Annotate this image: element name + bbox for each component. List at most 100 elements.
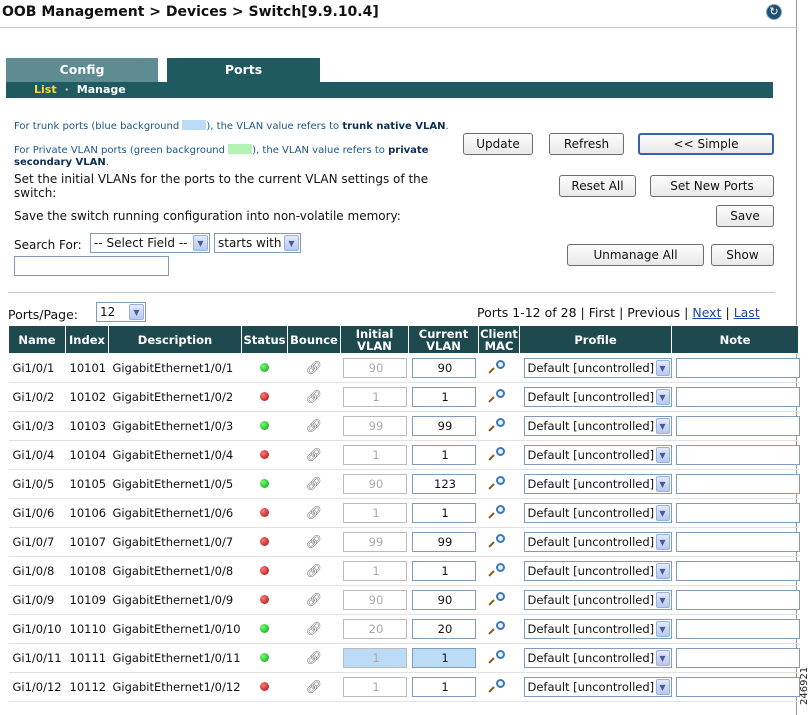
bounce-icon[interactable]: 🔗︎ [306, 593, 323, 608]
profile-select[interactable]: Default [uncontrolled] ▼ [523, 445, 672, 465]
reset-all-button[interactable]: Reset All [559, 175, 636, 197]
section-divider [8, 292, 775, 293]
current-vlan-field[interactable]: 1 [411, 445, 476, 465]
profile-select[interactable]: Default [uncontrolled] ▼ [523, 590, 672, 610]
field-select[interactable]: -- Select Field -- ▼ [90, 233, 210, 253]
current-vlan-field[interactable]: 99 [411, 416, 476, 436]
current-vlan-field[interactable]: 123 [411, 474, 476, 494]
port-description: GigabitEthernet1/0/8 [108, 556, 242, 586]
current-vlan-field[interactable]: 1 [411, 503, 476, 523]
note-input[interactable] [675, 474, 800, 494]
note-input[interactable] [675, 358, 800, 378]
bounce-icon[interactable]: 🔗︎ [306, 477, 323, 492]
col-status[interactable]: Status [241, 325, 288, 354]
note-input[interactable] [675, 532, 800, 552]
bounce-icon[interactable]: 🔗︎ [306, 651, 323, 666]
col-profile[interactable]: Profile [519, 325, 672, 354]
profile-select[interactable]: Default [uncontrolled] ▼ [523, 358, 672, 378]
bounce-icon[interactable]: 🔗︎ [306, 535, 323, 550]
note-input[interactable] [675, 561, 800, 581]
bounce-icon[interactable]: 🔗︎ [306, 419, 323, 434]
current-vlan-field[interactable]: 1 [411, 648, 476, 668]
refresh-button[interactable]: Refresh [549, 133, 624, 155]
col-index[interactable]: Index [65, 325, 109, 354]
port-current-vlan: 1 [408, 382, 479, 412]
bounce-icon[interactable]: 🔗︎ [306, 448, 323, 463]
profile-select[interactable]: Default [uncontrolled] ▼ [523, 677, 672, 697]
profile-select[interactable]: Default [uncontrolled] ▼ [523, 532, 672, 552]
magnifier-icon[interactable] [488, 620, 506, 635]
magnifier-icon[interactable] [488, 591, 506, 606]
search-input[interactable] [14, 256, 169, 276]
bounce-icon[interactable]: 🔗︎ [306, 622, 323, 637]
note-input[interactable] [675, 677, 800, 697]
subnav-list[interactable]: List [34, 83, 57, 96]
col-description[interactable]: Description [108, 325, 242, 354]
magnifier-icon[interactable] [488, 504, 506, 519]
pager-last[interactable]: Last [734, 305, 760, 320]
magnifier-icon[interactable] [488, 649, 506, 664]
current-vlan-field[interactable]: 99 [411, 532, 476, 552]
magnifier-icon[interactable] [488, 562, 506, 577]
bounce-icon[interactable]: 🔗︎ [306, 680, 323, 695]
profile-select[interactable]: Default [uncontrolled] ▼ [523, 387, 672, 407]
port-current-vlan: 99 [408, 411, 479, 441]
profile-select[interactable]: Default [uncontrolled] ▼ [523, 503, 672, 523]
bounce-icon[interactable]: 🔗︎ [306, 506, 323, 521]
col-current-vlan[interactable]: Current VLAN [408, 325, 479, 354]
profile-select[interactable]: Default [uncontrolled] ▼ [523, 416, 672, 436]
tab-ports[interactable]: Ports [167, 58, 320, 82]
note-input[interactable] [675, 387, 800, 407]
update-button[interactable]: Update [463, 133, 533, 155]
show-button[interactable]: Show [711, 244, 774, 266]
port-index: 10106 [65, 498, 109, 528]
unmanage-all-button[interactable]: Unmanage All [567, 244, 704, 266]
profile-select[interactable]: Default [uncontrolled] ▼ [523, 619, 672, 639]
current-vlan-field[interactable]: 1 [411, 561, 476, 581]
port-status [241, 556, 288, 586]
pager-next[interactable]: Next [692, 305, 721, 320]
port-profile: Default [uncontrolled] ▼ [519, 556, 672, 586]
profile-select-value: Default [uncontrolled] [527, 448, 655, 462]
chevron-down-icon: ▼ [284, 235, 299, 251]
magnifier-icon[interactable] [488, 678, 506, 693]
match-select[interactable]: starts with ▼ [214, 233, 301, 253]
profile-select[interactable]: Default [uncontrolled] ▼ [523, 648, 672, 668]
save-button[interactable]: Save [716, 205, 774, 227]
col-initial-vlan[interactable]: Initial VLAN [340, 325, 409, 354]
note-input[interactable] [675, 416, 800, 436]
subnav-manage[interactable]: Manage [77, 83, 126, 96]
magnifier-icon[interactable] [488, 417, 506, 432]
profile-select[interactable]: Default [uncontrolled] ▼ [523, 474, 672, 494]
status-down-icon [260, 595, 269, 604]
port-note [671, 382, 800, 412]
current-vlan-field[interactable]: 20 [411, 619, 476, 639]
magnifier-icon[interactable] [488, 388, 506, 403]
note-input[interactable] [675, 503, 800, 523]
current-vlan-field[interactable]: 90 [411, 358, 476, 378]
simple-button[interactable]: << Simple [638, 133, 774, 155]
col-name[interactable]: Name [8, 325, 66, 354]
magnifier-icon[interactable] [488, 533, 506, 548]
port-status [241, 498, 288, 528]
bounce-icon[interactable]: 🔗︎ [306, 564, 323, 579]
port-note [671, 585, 800, 615]
current-vlan-field[interactable]: 1 [411, 677, 476, 697]
bounce-icon[interactable]: 🔗︎ [306, 361, 323, 376]
note-input[interactable] [675, 648, 800, 668]
ports-per-page-select[interactable]: 12 ▼ [96, 302, 146, 322]
help-icon[interactable]: ↻ [766, 4, 782, 20]
magnifier-icon[interactable] [488, 446, 506, 461]
profile-select[interactable]: Default [uncontrolled] ▼ [523, 561, 672, 581]
magnifier-icon[interactable] [488, 475, 506, 490]
current-vlan-field[interactable]: 90 [411, 590, 476, 610]
note-input[interactable] [675, 445, 800, 465]
note-input[interactable] [675, 619, 800, 639]
bounce-icon[interactable]: 🔗︎ [306, 390, 323, 405]
pager-first: First [588, 305, 616, 320]
current-vlan-field[interactable]: 1 [411, 387, 476, 407]
tab-config[interactable]: Config [6, 58, 158, 82]
set-new-ports-button[interactable]: Set New Ports [650, 175, 774, 197]
magnifier-icon[interactable] [488, 359, 506, 374]
note-input[interactable] [675, 590, 800, 610]
